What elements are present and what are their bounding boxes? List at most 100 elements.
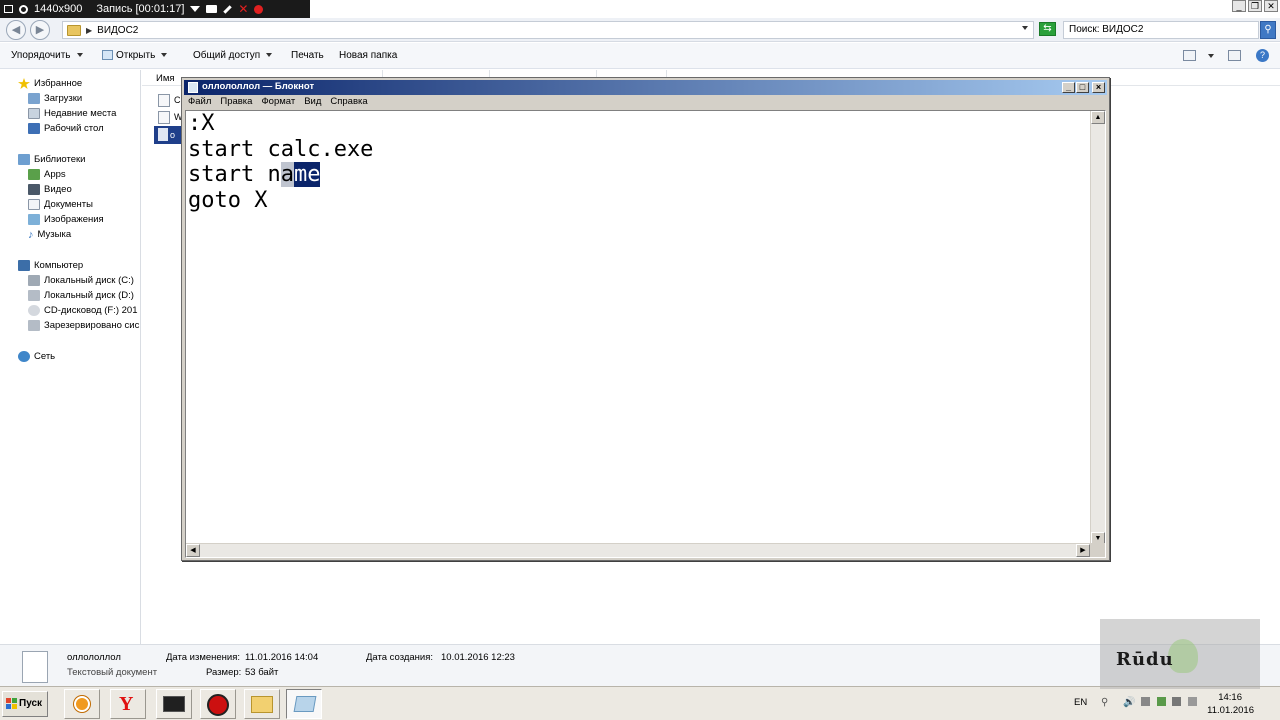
- column-header-name[interactable]: Имя: [156, 73, 175, 84]
- detail-created-value: 10.01.2016 12:23: [441, 652, 515, 663]
- tray-icon[interactable]: [1141, 697, 1150, 706]
- computer-icon: [18, 260, 30, 271]
- scroll-right-arrow-icon[interactable]: ▶: [1076, 544, 1090, 557]
- notepad-menu-bar: Файл Правка Формат Вид Справка: [184, 96, 1107, 109]
- file-name[interactable]: С: [174, 95, 181, 105]
- sidebar-item-video[interactable]: Видео: [28, 182, 72, 197]
- notepad-content[interactable]: :X start calc.exe start name goto X: [188, 111, 373, 213]
- sidebar-item-label: Загрузки: [44, 93, 83, 104]
- notepad-maximize-button[interactable]: □: [1076, 82, 1089, 93]
- restore-button[interactable]: ❐: [1248, 0, 1262, 12]
- folder-icon: [251, 696, 273, 713]
- notepad-close-button[interactable]: ×: [1092, 82, 1105, 93]
- sidebar-item-images[interactable]: Изображения: [28, 212, 104, 227]
- sidebar-item-disk-c[interactable]: Локальный диск (C:): [28, 273, 134, 288]
- detail-filetype: Текстовый документ: [67, 667, 158, 678]
- preview-pane-icon[interactable]: [1228, 50, 1241, 61]
- sidebar-item-libraries[interactable]: Библиотеки: [18, 152, 85, 167]
- sidebar-item-label: Компьютер: [34, 260, 84, 271]
- scroll-up-arrow-icon[interactable]: ▲: [1091, 111, 1105, 124]
- address-path: ВИДОС2: [97, 24, 139, 36]
- selected-file-row[interactable]: о: [154, 126, 182, 144]
- record-icon: [207, 694, 229, 716]
- taskbar-explorer[interactable]: [244, 689, 280, 719]
- address-dropdown-icon[interactable]: [1022, 26, 1028, 30]
- taskbar-recorder[interactable]: [200, 689, 236, 719]
- menu-format[interactable]: Формат: [261, 96, 295, 109]
- sidebar-item-documents[interactable]: Документы: [28, 197, 93, 212]
- notepad-title: оллололлол — Блокнот: [202, 81, 315, 92]
- sidebar-item-downloads[interactable]: Загрузки: [28, 91, 82, 106]
- taskbar-screen-app[interactable]: [156, 689, 192, 719]
- close-button[interactable]: ✕: [1264, 0, 1278, 12]
- documents-library-icon: [28, 199, 40, 210]
- sidebar-item-cd[interactable]: CD-дисковод (F:) 201: [28, 303, 138, 318]
- open-button[interactable]: Открыть: [102, 50, 168, 61]
- sidebar-item-reserved[interactable]: Зарезервировано сис: [28, 318, 139, 333]
- tray-icon[interactable]: [1172, 697, 1181, 706]
- refresh-icon[interactable]: ⇆: [1039, 22, 1056, 36]
- stop-icon[interactable]: ✕: [238, 3, 248, 15]
- sidebar-item-network[interactable]: Сеть: [18, 349, 55, 364]
- address-bar[interactable]: ▶ ВИДОС2: [62, 21, 1034, 39]
- file-name: о: [170, 130, 176, 140]
- sidebar-item-recent[interactable]: Недавние места: [28, 106, 116, 121]
- resize-grip[interactable]: [1090, 543, 1105, 557]
- record-icon[interactable]: [254, 4, 264, 14]
- address-row: ◀ ▶ ▶ ВИДОС2 ⇆ Поиск: ВИДОС2 ⚲: [0, 18, 1280, 42]
- forward-button[interactable]: ▶: [30, 20, 50, 40]
- pencil-icon[interactable]: [223, 4, 233, 14]
- search-icon[interactable]: ⚲: [1260, 21, 1276, 39]
- back-button[interactable]: ◀: [6, 20, 26, 40]
- taskbar-yandex-browser[interactable]: Y: [110, 689, 146, 719]
- new-folder-button[interactable]: Новая папка: [339, 50, 397, 61]
- volume-icon[interactable]: 🔊: [1123, 697, 1135, 708]
- share-button[interactable]: Общий доступ: [193, 50, 273, 61]
- screen-recorder-bar: 1440x900 Запись [00:01:17] ✕: [0, 0, 310, 18]
- tray-icon[interactable]: [1188, 697, 1197, 706]
- camera-icon[interactable]: [206, 5, 218, 13]
- tray-icon[interactable]: [1157, 697, 1166, 706]
- view-dropdown-icon[interactable]: [1208, 54, 1214, 58]
- view-options-icon[interactable]: [1183, 50, 1196, 61]
- sidebar-item-label: Библиотеки: [34, 154, 86, 165]
- horizontal-scrollbar[interactable]: ◀ ▶: [186, 543, 1090, 557]
- taskbar-notepad[interactable]: [286, 689, 322, 719]
- start-button[interactable]: Пуск: [2, 691, 48, 717]
- sidebar-item-music[interactable]: ♪ Музыка: [28, 227, 71, 242]
- menu-file[interactable]: Файл: [188, 96, 211, 109]
- search-input[interactable]: Поиск: ВИДОС2: [1063, 21, 1259, 39]
- language-indicator[interactable]: EN: [1074, 697, 1087, 708]
- scroll-left-arrow-icon[interactable]: ◀: [186, 544, 200, 557]
- file-icon[interactable]: [158, 111, 170, 124]
- window-icon[interactable]: [4, 5, 13, 13]
- help-icon[interactable]: ?: [1256, 49, 1269, 62]
- sidebar-item-computer[interactable]: Компьютер: [18, 258, 83, 273]
- menu-help[interactable]: Справка: [330, 96, 367, 109]
- sidebar-item-desktop[interactable]: Рабочий стол: [28, 121, 104, 136]
- notepad-text-area[interactable]: :X start calc.exe start name goto X ▲ ▼ ◀ ▶: [185, 110, 1106, 558]
- sidebar-item-disk-d[interactable]: Локальный диск (D:): [28, 288, 134, 303]
- sidebar-item-favorites[interactable]: Избранное: [18, 76, 82, 91]
- menu-edit[interactable]: Правка: [220, 96, 252, 109]
- vertical-scrollbar[interactable]: ▲ ▼: [1090, 111, 1105, 545]
- sidebar-item-label: CD-дисковод (F:) 201: [44, 305, 138, 316]
- dropdown-arrow-icon[interactable]: [190, 6, 201, 12]
- breadcrumb-chevron-icon[interactable]: ▶: [86, 26, 92, 35]
- clock-date[interactable]: 11.01.2016: [1207, 705, 1254, 716]
- minimize-button[interactable]: _: [1232, 0, 1246, 12]
- taskbar-media-player[interactable]: [64, 689, 100, 719]
- magnifier-icon[interactable]: [19, 4, 28, 14]
- notepad-title-bar[interactable]: оллололлол — Блокнот _ □ ×: [184, 80, 1107, 95]
- detail-created-label: Дата создания:: [366, 652, 434, 663]
- notepad-minimize-button[interactable]: _: [1062, 82, 1075, 93]
- tray-arrow-icon[interactable]: ⚲: [1101, 697, 1108, 708]
- text-line: :X: [188, 111, 215, 136]
- sidebar-item-apps[interactable]: Apps: [28, 167, 66, 182]
- print-button[interactable]: Печать: [291, 50, 324, 61]
- file-icon[interactable]: [158, 94, 170, 107]
- clock-time[interactable]: 14:16: [1218, 692, 1242, 703]
- organize-button[interactable]: Упорядочить: [11, 50, 83, 61]
- menu-view[interactable]: Вид: [304, 96, 321, 109]
- media-player-icon: [74, 696, 90, 712]
